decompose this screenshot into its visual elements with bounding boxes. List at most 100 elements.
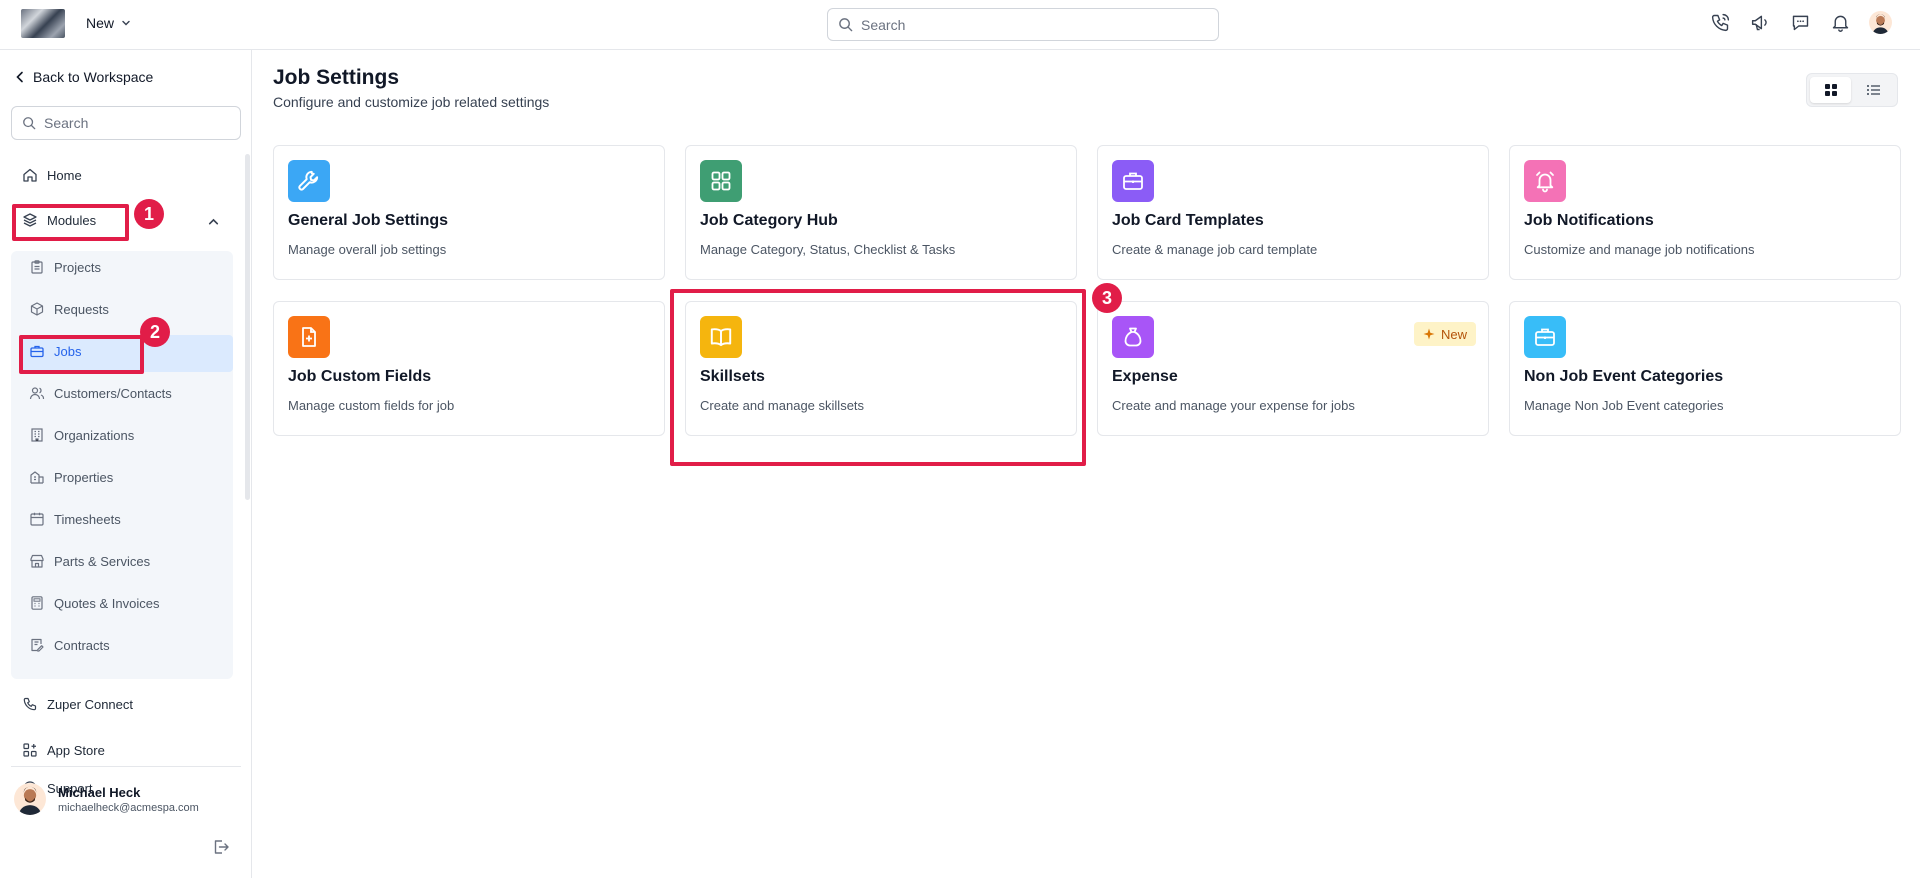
sidebar-item-quotes-invoices[interactable]: Quotes & Invoices bbox=[29, 595, 160, 611]
card-description: Create and manage your expense for jobs bbox=[1112, 398, 1355, 413]
page-title: Job Settings bbox=[273, 66, 400, 89]
file-plus-icon bbox=[288, 316, 330, 358]
megaphone-icon[interactable] bbox=[1749, 11, 1772, 34]
annotation-box-skillsets bbox=[670, 289, 1086, 466]
view-toggle bbox=[1806, 73, 1898, 107]
sidebar-item-properties[interactable]: Properties bbox=[29, 469, 113, 485]
card-job-custom-fields[interactable]: Job Custom Fields Manage custom fields f… bbox=[273, 301, 665, 436]
user-profile[interactable]: Michael Heck michaelheck@acmespa.com bbox=[14, 783, 199, 815]
sidebar-item-timesheets[interactable]: Timesheets bbox=[29, 511, 121, 527]
sidebar-scrollbar[interactable] bbox=[245, 154, 250, 500]
global-search[interactable] bbox=[827, 8, 1219, 41]
sidebar-item-label: Customers/Contacts bbox=[54, 385, 172, 401]
card-description: Manage Category, Status, Checklist & Tas… bbox=[700, 242, 956, 257]
card-job-card-templates[interactable]: Job Card Templates Create & manage job c… bbox=[1097, 145, 1489, 280]
company-logo[interactable] bbox=[21, 9, 65, 38]
back-to-workspace-link[interactable]: Back to Workspace bbox=[15, 69, 153, 85]
card-description: Manage overall job settings bbox=[288, 242, 447, 257]
wrench-icon bbox=[288, 160, 330, 202]
chevron-down-icon bbox=[122, 20, 130, 26]
card-title: Job Category Hub bbox=[700, 212, 838, 229]
grid-icon bbox=[700, 160, 742, 202]
back-label: Back to Workspace bbox=[33, 69, 154, 85]
sidebar-item-label: Contracts bbox=[54, 637, 110, 653]
money-bag-icon bbox=[1112, 316, 1154, 358]
card-description: Manage Non Job Event categories bbox=[1524, 398, 1724, 413]
sidebar-item-label: Properties bbox=[54, 469, 114, 485]
sidebar-item-zuper-connect[interactable]: Zuper Connect bbox=[22, 696, 133, 712]
sidebar-item-requests[interactable]: Requests bbox=[29, 301, 109, 317]
sparkle-icon bbox=[1423, 328, 1435, 340]
search-icon bbox=[23, 117, 36, 130]
users-icon bbox=[29, 387, 45, 400]
annotation-box-jobs bbox=[19, 335, 144, 374]
page-subtitle: Configure and customize job related sett… bbox=[273, 94, 550, 110]
store-icon bbox=[30, 554, 44, 568]
annotation-box-modules bbox=[12, 204, 129, 241]
global-search-input[interactable] bbox=[861, 16, 1191, 33]
grid-icon bbox=[1824, 84, 1837, 96]
new-badge-label: New bbox=[1440, 326, 1467, 342]
phone-icon bbox=[23, 697, 37, 711]
card-job-notifications[interactable]: Job Notifications Customize and manage j… bbox=[1509, 145, 1901, 280]
sidebar-item-label: Projects bbox=[54, 259, 101, 275]
sidebar-item-label: Home bbox=[47, 167, 82, 183]
top-bar: New bbox=[0, 0, 1920, 50]
new-badge: New bbox=[1413, 322, 1476, 346]
annotation-badge-2: 2 bbox=[140, 317, 170, 347]
card-description: Manage custom fields for job bbox=[288, 398, 455, 413]
sidebar-item-label: Organizations bbox=[54, 427, 135, 443]
sidebar-item-label: Zuper Connect bbox=[47, 696, 133, 712]
sidebar-item-label: Quotes & Invoices bbox=[54, 595, 160, 611]
card-job-category-hub[interactable]: Job Category Hub Manage Category, Status… bbox=[685, 145, 1077, 280]
sidebar-item-organizations[interactable]: Organizations bbox=[29, 427, 134, 443]
chevron-left-icon bbox=[16, 71, 23, 83]
user-email: michaelheck@acmespa.com bbox=[58, 801, 199, 814]
card-description: Customize and manage job notifications bbox=[1524, 242, 1755, 257]
card-title: Expense bbox=[1112, 368, 1178, 385]
sidebar-item-customers[interactable]: Customers/Contacts bbox=[29, 385, 172, 401]
top-icons bbox=[1709, 11, 1892, 34]
search-icon bbox=[839, 18, 853, 32]
calendar-icon bbox=[30, 512, 44, 526]
card-title: Non Job Event Categories bbox=[1524, 368, 1724, 385]
new-dropdown[interactable]: New bbox=[86, 15, 132, 31]
home-icon bbox=[23, 168, 37, 182]
sidebar-item-label: Requests bbox=[54, 301, 109, 317]
sidebar-item-contracts[interactable]: Contracts bbox=[29, 637, 110, 653]
logout-icon[interactable] bbox=[212, 838, 230, 856]
box-icon bbox=[30, 302, 44, 316]
sidebar-search-input[interactable] bbox=[44, 115, 224, 131]
card-non-job-event-categories[interactable]: Non Job Event Categories Manage Non Job … bbox=[1509, 301, 1901, 436]
sidebar-item-home[interactable]: Home bbox=[22, 167, 82, 183]
sidebar-item-app-store[interactable]: App Store bbox=[22, 742, 105, 758]
annotation-badge-1: 1 bbox=[134, 199, 164, 229]
list-view-button[interactable] bbox=[1853, 77, 1894, 103]
apps-icon bbox=[23, 743, 37, 757]
grid-view-button[interactable] bbox=[1810, 77, 1851, 103]
sidebar-search[interactable] bbox=[11, 106, 241, 140]
phone-icon[interactable] bbox=[1709, 11, 1732, 34]
building-icon bbox=[31, 428, 43, 442]
property-icon bbox=[30, 471, 44, 484]
card-general-job-settings[interactable]: General Job Settings Manage overall job … bbox=[273, 145, 665, 280]
briefcase-icon bbox=[1524, 316, 1566, 358]
new-dropdown-label: New bbox=[86, 15, 115, 31]
user-name: Michael Heck bbox=[58, 784, 141, 800]
avatar bbox=[14, 783, 46, 815]
sidebar-divider bbox=[11, 766, 241, 767]
chat-icon[interactable] bbox=[1789, 11, 1812, 34]
card-expense[interactable]: New Expense Create and manage your expen… bbox=[1097, 301, 1489, 436]
sidebar-item-projects[interactable]: Projects bbox=[29, 259, 101, 275]
card-description: Create & manage job card template bbox=[1112, 242, 1318, 257]
card-title: General Job Settings bbox=[288, 212, 449, 229]
sidebar-item-label: Timesheets bbox=[54, 511, 121, 527]
chevron-up-icon[interactable] bbox=[207, 215, 220, 228]
sidebar-item-parts-services[interactable]: Parts & Services bbox=[29, 553, 150, 569]
annotation-badge-3: 3 bbox=[1092, 283, 1122, 313]
user-avatar[interactable] bbox=[1869, 11, 1892, 34]
contract-icon bbox=[31, 638, 44, 652]
card-title: Job Card Templates bbox=[1112, 212, 1264, 229]
bell-icon[interactable] bbox=[1829, 11, 1852, 34]
clipboard-icon bbox=[31, 260, 43, 274]
